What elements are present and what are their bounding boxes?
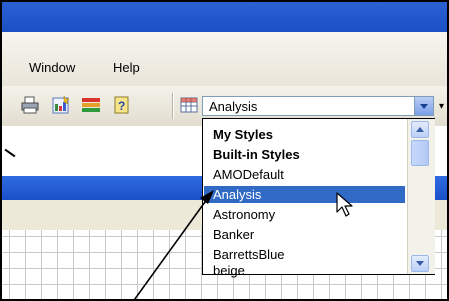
app-window: Window Help ? Analysis ▾ My Styles Built…	[0, 0, 449, 301]
annotation-arrow	[2, 2, 447, 299]
